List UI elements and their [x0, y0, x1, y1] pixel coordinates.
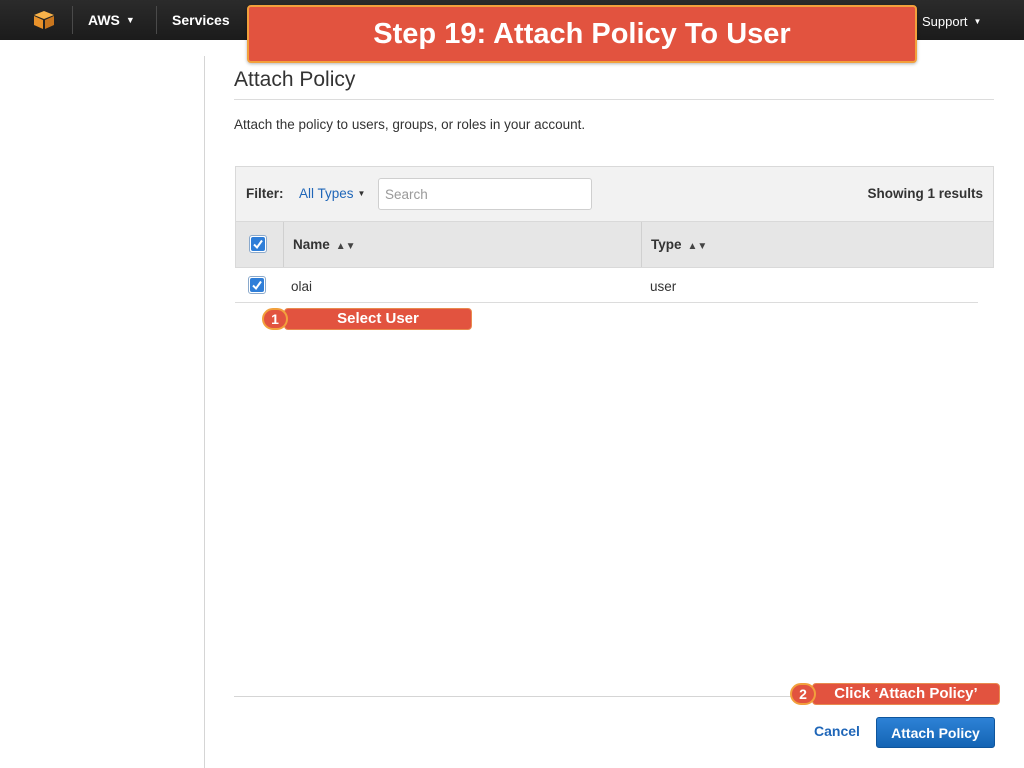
nav-divider [156, 6, 157, 34]
nav-divider [72, 6, 73, 34]
column-header-name[interactable]: Name ▲▼ [293, 237, 356, 252]
services-menu[interactable]: Services [172, 12, 230, 28]
select-all-checkbox[interactable] [249, 235, 267, 253]
page-title: Attach Policy [234, 68, 356, 91]
cancel-button[interactable]: Cancel [814, 723, 860, 739]
callout-number: 2 [790, 683, 816, 705]
filter-label: Filter: [246, 186, 284, 201]
callout-select-user: Select User 1 [262, 308, 472, 330]
row-type: user [650, 279, 677, 294]
title-divider [234, 99, 994, 100]
aws-menu[interactable]: AWS ▼ [88, 12, 135, 28]
row-name: olai [291, 279, 313, 294]
entity-type-dropdown[interactable]: All Types ▼ [299, 186, 365, 201]
aws-menu-label: AWS [88, 12, 120, 28]
filter-bar: Filter: All Types▼ Showing 1 results [235, 166, 994, 222]
services-menu-label: Services [172, 12, 230, 28]
chevron-down-icon: ▼ [357, 189, 366, 198]
page-description: Attach the policy to users, groups, or r… [234, 117, 586, 132]
table-header: Name ▲▼ Type ▲▼ [235, 222, 994, 268]
row-checkbox[interactable] [248, 276, 266, 294]
attach-policy-button[interactable]: Attach Policy [876, 717, 995, 748]
results-count: Showing 1 results [867, 186, 983, 201]
support-menu[interactable]: Support ▼ [922, 14, 981, 29]
column-header-type[interactable]: Type ▲▼ [651, 237, 707, 252]
column-divider [641, 222, 642, 267]
checkmark-icon [250, 278, 264, 292]
callout-click-attach: Click ‘Attach Policy’ 2 [790, 683, 1000, 705]
entity-type-label: All Types [299, 186, 354, 201]
column-header-name-label: Name [293, 237, 330, 252]
checkmark-icon [251, 237, 265, 251]
callout-label: Click ‘Attach Policy’ [812, 683, 1000, 705]
aws-cube-icon[interactable] [33, 10, 55, 30]
chevron-down-icon: ▼ [973, 17, 982, 26]
chevron-down-icon: ▼ [125, 15, 135, 25]
table-row[interactable]: olai user [235, 268, 978, 303]
sidebar-divider [204, 56, 205, 768]
tutorial-step-banner: Step 19: Attach Policy To User [247, 5, 917, 63]
column-divider [283, 222, 284, 267]
sort-icon: ▲▼ [687, 241, 708, 252]
search-input[interactable] [378, 178, 592, 210]
support-menu-label: Support [922, 14, 968, 29]
sort-icon: ▲▼ [335, 241, 356, 252]
callout-label: Select User [284, 308, 472, 330]
column-header-type-label: Type [651, 237, 682, 252]
callout-number: 1 [262, 308, 288, 330]
